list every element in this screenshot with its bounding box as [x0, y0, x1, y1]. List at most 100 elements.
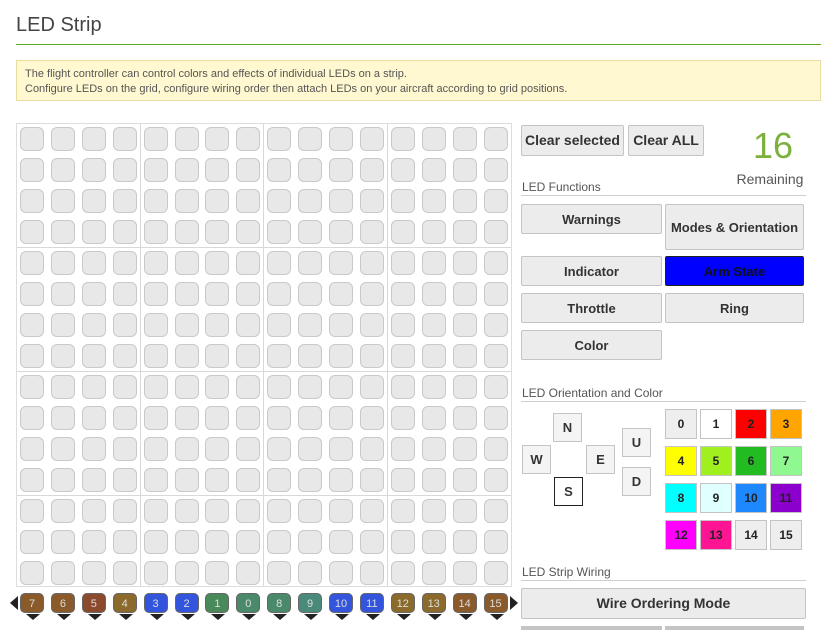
- led-grid-cell[interactable]: [483, 561, 508, 585]
- color-swatch-button[interactable]: 4: [665, 446, 697, 476]
- led-grid-cell[interactable]: [359, 313, 384, 337]
- led-grid-cell[interactable]: [421, 220, 446, 244]
- led-grid-cell[interactable]: [483, 251, 508, 275]
- led-grid-cell[interactable]: [81, 530, 106, 554]
- led-grid-cell[interactable]: [20, 127, 44, 151]
- led-grid-cell[interactable]: [359, 127, 384, 151]
- led-grid-cell[interactable]: [298, 251, 323, 275]
- led-grid-cell[interactable]: [236, 189, 261, 213]
- led-grid-cell[interactable]: [236, 220, 261, 244]
- led-grid-cell[interactable]: [20, 344, 44, 368]
- led-grid-cell[interactable]: [298, 375, 323, 399]
- wired-led[interactable]: 7: [20, 593, 44, 620]
- color-swatch-button[interactable]: 9: [700, 483, 732, 513]
- led-grid[interactable]: [16, 123, 512, 587]
- led-grid-cell[interactable]: [421, 282, 446, 306]
- led-grid-cell[interactable]: [452, 499, 477, 523]
- led-grid-cell[interactable]: [267, 468, 292, 492]
- led-grid-cell[interactable]: [112, 251, 137, 275]
- led-grid-cell[interactable]: [298, 127, 323, 151]
- led-grid-cell[interactable]: [390, 127, 415, 151]
- led-grid-cell[interactable]: [267, 313, 292, 337]
- color-swatch-button[interactable]: 3: [770, 409, 802, 439]
- led-grid-cell[interactable]: [236, 127, 261, 151]
- led-grid-cell[interactable]: [205, 499, 230, 523]
- led-grid-cell[interactable]: [452, 127, 477, 151]
- led-grid-cell[interactable]: [421, 158, 446, 182]
- led-grid-cell[interactable]: [143, 561, 168, 585]
- led-grid-cell[interactable]: [50, 406, 75, 430]
- led-grid-cell[interactable]: [390, 406, 415, 430]
- wired-led[interactable]: 0: [236, 593, 261, 620]
- led-grid-cell[interactable]: [483, 375, 508, 399]
- led-grid-cell[interactable]: [359, 158, 384, 182]
- color-swatch-button[interactable]: 0: [665, 409, 697, 439]
- led-grid-cell[interactable]: [143, 375, 168, 399]
- led-grid-cell[interactable]: [143, 499, 168, 523]
- led-grid-cell[interactable]: [421, 437, 446, 461]
- led-grid-cell[interactable]: [298, 158, 323, 182]
- led-grid-cell[interactable]: [267, 437, 292, 461]
- led-grid-cell[interactable]: [112, 437, 137, 461]
- led-grid-cell[interactable]: [390, 561, 415, 585]
- led-grid-cell[interactable]: [20, 375, 44, 399]
- led-grid-cell[interactable]: [267, 127, 292, 151]
- led-grid-cell[interactable]: [205, 220, 230, 244]
- led-grid-cell[interactable]: [452, 189, 477, 213]
- led-grid-cell[interactable]: [452, 220, 477, 244]
- led-grid-cell[interactable]: [143, 127, 168, 151]
- led-grid-cell[interactable]: [329, 251, 353, 275]
- led-grid-cell[interactable]: [329, 158, 353, 182]
- led-grid-cell[interactable]: [236, 282, 261, 306]
- led-grid-cell[interactable]: [81, 282, 106, 306]
- led-grid-cell[interactable]: [390, 530, 415, 554]
- led-grid-cell[interactable]: [452, 282, 477, 306]
- led-grid-cell[interactable]: [50, 282, 75, 306]
- led-grid-cell[interactable]: [112, 468, 137, 492]
- led-grid-cell[interactable]: [205, 468, 230, 492]
- led-grid-cell[interactable]: [390, 189, 415, 213]
- color-swatch-button[interactable]: 13: [700, 520, 732, 550]
- wired-led[interactable]: 2: [174, 593, 199, 620]
- led-grid-cell[interactable]: [421, 127, 446, 151]
- led-grid-cell[interactable]: [174, 158, 199, 182]
- led-grid-cell[interactable]: [20, 158, 44, 182]
- led-grid-cell[interactable]: [112, 282, 137, 306]
- led-grid-cell[interactable]: [329, 344, 353, 368]
- led-grid-cell[interactable]: [236, 313, 261, 337]
- led-grid-cell[interactable]: [329, 127, 353, 151]
- led-grid-cell[interactable]: [267, 282, 292, 306]
- led-grid-cell[interactable]: [50, 220, 75, 244]
- color-button[interactable]: Color: [521, 330, 662, 360]
- led-grid-cell[interactable]: [421, 313, 446, 337]
- led-grid-cell[interactable]: [483, 344, 508, 368]
- led-grid-cell[interactable]: [329, 375, 353, 399]
- wired-led[interactable]: 14: [452, 593, 477, 620]
- led-grid-cell[interactable]: [267, 561, 292, 585]
- led-grid-cell[interactable]: [20, 251, 44, 275]
- wired-led[interactable]: 15: [483, 593, 508, 620]
- led-grid-cell[interactable]: [20, 437, 44, 461]
- led-grid-cell[interactable]: [421, 406, 446, 430]
- led-grid-cell[interactable]: [298, 530, 323, 554]
- led-grid-cell[interactable]: [174, 282, 199, 306]
- wire-ordering-mode-button[interactable]: Wire Ordering Mode: [521, 588, 806, 619]
- led-grid-cell[interactable]: [205, 158, 230, 182]
- led-grid-cell[interactable]: [390, 437, 415, 461]
- led-grid-cell[interactable]: [359, 406, 384, 430]
- led-grid-cell[interactable]: [452, 437, 477, 461]
- led-grid-cell[interactable]: [421, 375, 446, 399]
- led-grid-cell[interactable]: [329, 468, 353, 492]
- led-grid-cell[interactable]: [143, 282, 168, 306]
- led-grid-cell[interactable]: [174, 406, 199, 430]
- led-grid-cell[interactable]: [143, 437, 168, 461]
- led-grid-cell[interactable]: [267, 158, 292, 182]
- led-grid-cell[interactable]: [298, 189, 323, 213]
- led-grid-cell[interactable]: [50, 158, 75, 182]
- led-grid-cell[interactable]: [329, 437, 353, 461]
- led-grid-cell[interactable]: [81, 561, 106, 585]
- led-grid-cell[interactable]: [205, 437, 230, 461]
- wired-led[interactable]: 9: [298, 593, 323, 620]
- led-grid-cell[interactable]: [20, 189, 44, 213]
- led-grid-cell[interactable]: [421, 344, 446, 368]
